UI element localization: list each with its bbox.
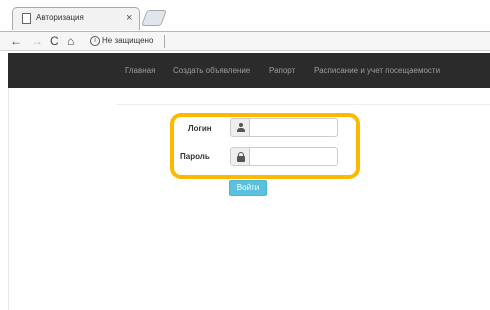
browser-tab-strip: Авторизация × [0,0,490,32]
user-icon [237,123,245,133]
address-bar: ← → C ⌂ i Не защищено [0,31,490,51]
divider [116,104,490,105]
password-addon [230,147,250,166]
password-input-group [230,147,338,166]
nav-link-schedule[interactable]: Расписание и учет посещаемости [314,66,440,75]
nav-link-home[interactable]: Главная [125,66,155,75]
login-label: Логин [188,124,212,133]
login-input[interactable] [250,118,338,137]
new-tab-button[interactable] [141,10,167,26]
home-icon[interactable]: ⌂ [67,34,74,48]
site-navbar: Главная Создать объявление Рапорт Распис… [8,53,490,88]
page-border [8,88,9,310]
submit-button[interactable]: Войти [229,180,267,196]
reload-icon[interactable]: C [50,34,59,48]
tab-title: Авторизация [36,13,84,22]
nav-link-report[interactable]: Рапорт [269,66,295,75]
forward-arrow-icon[interactable]: → [31,34,43,48]
login-input-group [230,118,338,137]
login-addon [230,118,250,137]
nav-link-create-ad[interactable]: Создать объявление [173,66,250,75]
password-input[interactable] [250,147,338,166]
info-icon[interactable]: i [90,36,100,46]
url-input[interactable] [164,35,165,48]
browser-tab[interactable]: Авторизация × [12,7,140,30]
close-tab-icon[interactable]: × [126,11,132,25]
lock-icon [237,152,245,162]
page-icon [22,13,31,24]
back-arrow-icon[interactable]: ← [10,34,22,48]
password-label: Пароль [180,152,210,161]
security-status[interactable]: Не защищено [102,36,153,45]
